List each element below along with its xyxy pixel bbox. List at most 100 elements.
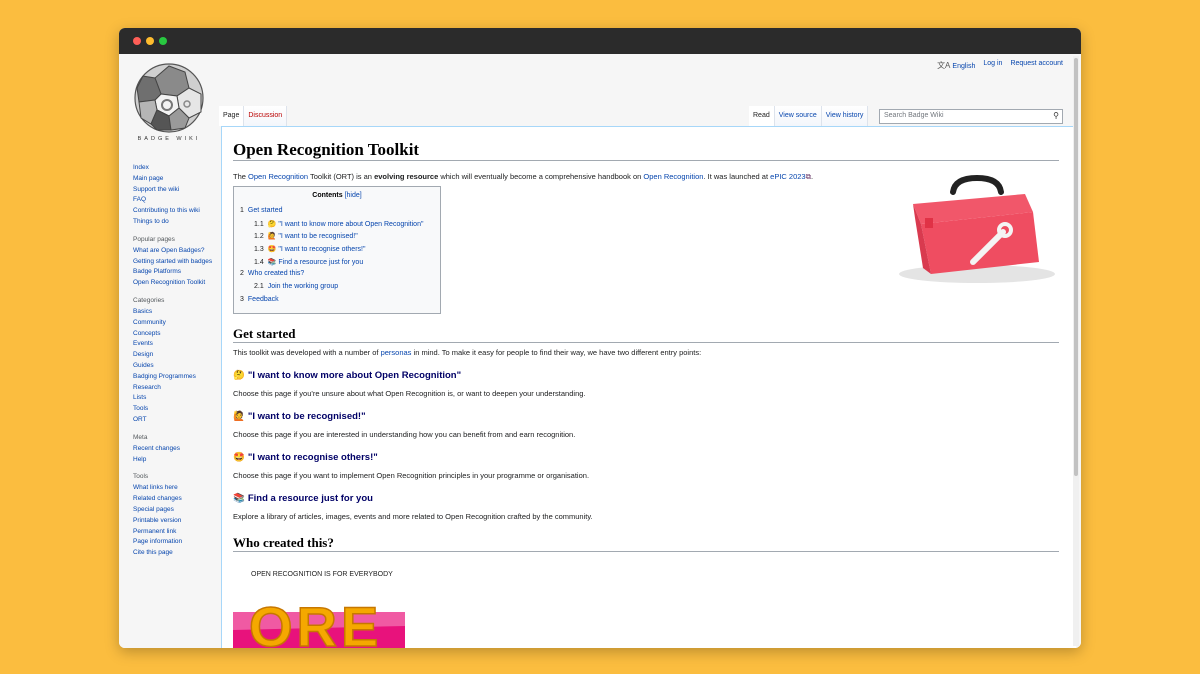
- sidebar-link[interactable]: Community: [133, 319, 213, 327]
- sidebar-link[interactable]: Events: [133, 340, 213, 348]
- toc-item-number: 1: [240, 207, 244, 214]
- toc-item-text: Join the working group: [267, 283, 339, 290]
- sidebar-link[interactable]: Related changes: [133, 495, 213, 503]
- sidebar-link[interactable]: FAQ: [133, 196, 213, 204]
- minimize-window-button[interactable]: [146, 37, 154, 45]
- sidebar-link[interactable]: Tools: [133, 405, 213, 413]
- sidebar-popular: Popular pages What are Open Badges? Getti…: [133, 236, 213, 287]
- sidebar-link[interactable]: Cite this page: [133, 549, 213, 557]
- intro-text-2: Toolkit (ORT) is an: [308, 172, 375, 181]
- sidebar-link[interactable]: Open Recognition Toolkit: [133, 279, 213, 287]
- toc-item-text: Get started: [247, 207, 283, 214]
- emoji-icon: 📚: [233, 493, 245, 504]
- sidebar-link[interactable]: Contributing to this wiki: [133, 207, 213, 215]
- who-created-divider: [233, 551, 1059, 552]
- sidebar-link[interactable]: Lists: [133, 394, 213, 402]
- intro-text-4: . It was launched at: [703, 172, 771, 181]
- search-input[interactable]: Search Badge Wiki ⚲: [879, 109, 1063, 124]
- toc-item[interactable]: 3 Feedback: [240, 296, 279, 303]
- request-account-link[interactable]: Request account: [1010, 60, 1063, 71]
- sidebar-link[interactable]: Research: [133, 384, 213, 392]
- tab-discussion[interactable]: Discussion: [244, 106, 288, 126]
- namespace-tabs: Page Discussion: [219, 106, 288, 126]
- sidebar-link[interactable]: Main page: [133, 175, 213, 183]
- badge-ball-icon: [134, 63, 204, 133]
- personas-link[interactable]: personas: [381, 348, 412, 357]
- toc-item[interactable]: 1.1 🤔 "I want to know more about Open Rec…: [254, 220, 423, 228]
- sidebar-link[interactable]: Concepts: [133, 330, 213, 338]
- login-link[interactable]: Log in: [983, 60, 1002, 71]
- entry-point-heading[interactable]: 🤩 "I want to recognise others!": [233, 452, 378, 463]
- sidebar-link[interactable]: Guides: [133, 362, 213, 370]
- tools-heading: Tools: [133, 473, 149, 481]
- tools-links: What links here Related changes Special pa…: [133, 484, 213, 557]
- sidebar-link[interactable]: Badge Platforms: [133, 268, 213, 276]
- toc-item[interactable]: 2 Who created this?: [240, 270, 304, 277]
- toc-hide-toggle[interactable]: [hide]: [345, 192, 362, 199]
- tab-read-label: Read: [753, 112, 770, 119]
- sidebar-link[interactable]: Recent changes: [133, 445, 213, 453]
- site-logo[interactable]: BADGE WIKI: [129, 60, 209, 148]
- toc-item-number: 1.2: [254, 233, 264, 240]
- sidebar-link[interactable]: Getting started with badges: [133, 258, 213, 266]
- language-link[interactable]: English: [952, 63, 975, 70]
- tab-view-history[interactable]: View history: [821, 106, 869, 126]
- toc-item[interactable]: 1.2 🙋 "I want to be recognised!": [254, 232, 358, 240]
- sidebar-link[interactable]: Basics: [133, 308, 213, 316]
- open-recognition-link[interactable]: Open Recognition: [248, 172, 308, 181]
- language-selector[interactable]: 文A English: [937, 60, 975, 71]
- sidebar-categories: Categories Basics Community Concepts Events…: [133, 297, 213, 424]
- toc-item[interactable]: 1 Get started: [240, 207, 283, 214]
- sidebar-link[interactable]: Design: [133, 351, 213, 359]
- intro-bold: evolving resource: [374, 172, 439, 181]
- close-window-button[interactable]: [133, 37, 141, 45]
- sidebar-link[interactable]: Index: [133, 164, 213, 172]
- open-recognition-link-2[interactable]: Open Recognition: [643, 172, 703, 181]
- emoji-icon: 🤔: [233, 370, 245, 381]
- sidebar-link[interactable]: Printable version: [133, 517, 213, 525]
- get-started-heading: Get started: [233, 326, 296, 341]
- ore-caption: OPEN RECOGNITION IS FOR EVERYBODY: [251, 571, 393, 578]
- toc-item[interactable]: 2.1 Join the working group: [254, 283, 338, 290]
- entry-point-heading[interactable]: 🤔 "I want to know more about Open Recogni…: [233, 370, 461, 381]
- sidebar-link[interactable]: Help: [133, 456, 213, 464]
- browser-window: BADGE WIKI 文A English Log in Request acco…: [119, 28, 1081, 648]
- search-icon[interactable]: ⚲: [1053, 111, 1059, 120]
- tab-read[interactable]: Read: [749, 106, 775, 126]
- epic-2023-link[interactable]: ePIC 2023: [770, 172, 805, 181]
- toc-item[interactable]: 1.3 🤩 "I want to recognise others!": [254, 245, 365, 253]
- sidebar-link[interactable]: Permanent link: [133, 528, 213, 536]
- tab-view-history-label: View history: [825, 112, 864, 119]
- emoji-icon: 🤩: [233, 452, 245, 463]
- toc-header: Contents [hide]: [240, 192, 434, 199]
- sidebar-link[interactable]: Support the wiki: [133, 186, 213, 194]
- maximize-window-button[interactable]: [159, 37, 167, 45]
- intro-text-1: The: [233, 172, 249, 181]
- gs-text-1: This toolkit was developed with a number…: [233, 348, 381, 357]
- entry-point-heading[interactable]: 📚 Find a resource just for you: [233, 493, 373, 504]
- sidebar-link[interactable]: What are Open Badges?: [133, 247, 213, 255]
- entry-point-description: Choose this page if you want to implemen…: [233, 471, 590, 480]
- sidebar-link[interactable]: Things to do: [133, 218, 213, 226]
- view-tabs: Read View source View history: [749, 106, 869, 126]
- tab-view-source[interactable]: View source: [774, 106, 822, 126]
- categories-links: Basics Community Concepts Events Design Guide…: [133, 308, 213, 424]
- toc-item[interactable]: 1.4 📚 Find a resource just for you: [254, 258, 363, 266]
- title-divider: [233, 160, 1059, 161]
- sidebar-meta: Meta Recent changes Help: [133, 434, 213, 464]
- nav-links: Index Main page Support the wiki FAQ Contrib…: [133, 164, 213, 226]
- sidebar-link[interactable]: Page information: [133, 538, 213, 546]
- scrollbar-thumb[interactable]: [1074, 58, 1078, 476]
- entry-point-heading[interactable]: 🙋 "I want to be recognised!": [233, 411, 366, 422]
- sidebar-link[interactable]: What links here: [133, 484, 213, 492]
- open-recognition-illustration: OPEN RECOGNITION IS FOR EVERYBODY ORE: [233, 571, 405, 648]
- entry-point-heading-text: "I want to be recognised!": [247, 411, 366, 422]
- sidebar-link[interactable]: Special pages: [133, 506, 213, 514]
- tab-page[interactable]: Page: [219, 106, 245, 126]
- popular-heading: Popular pages: [133, 235, 175, 243]
- sidebar-link[interactable]: Badging Programmes: [133, 373, 213, 381]
- toc-item-number: 2.1: [254, 283, 264, 290]
- toc-item-number: 1.4: [254, 259, 264, 266]
- sidebar-link[interactable]: ORT: [133, 416, 213, 424]
- toc-item-text: 🙋 "I want to be recognised!": [267, 233, 358, 240]
